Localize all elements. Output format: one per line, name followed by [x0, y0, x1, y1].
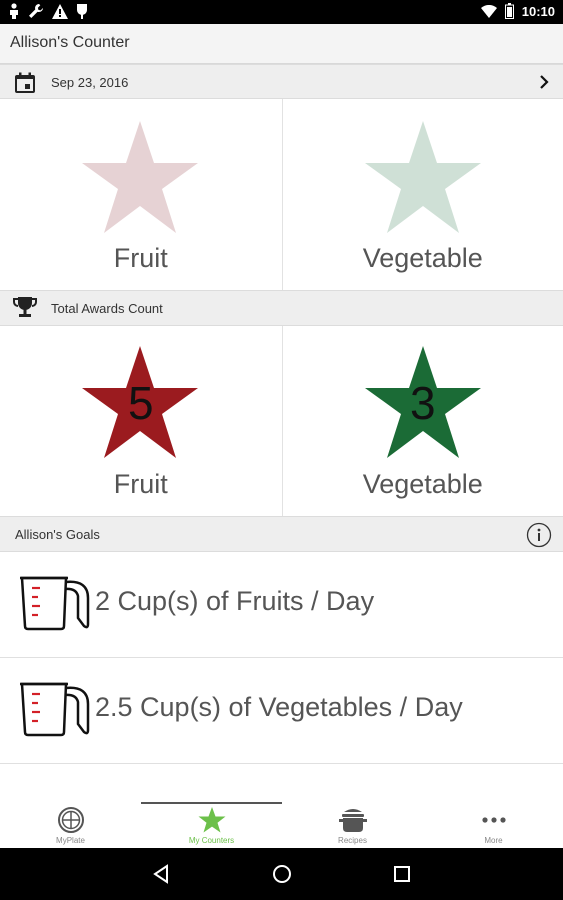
calendar-icon[interactable]	[13, 71, 37, 95]
goal-fruit-row[interactable]: 2 Cup(s) of Fruits / Day	[0, 552, 563, 658]
date-bar[interactable]: Sep 23, 2016	[0, 64, 563, 99]
vegetable-award-count: 3	[409, 377, 436, 429]
clock: 10:10	[521, 3, 555, 19]
vegetable-star-icon	[364, 121, 481, 233]
star-icon	[198, 807, 225, 833]
fruit-daily-tile[interactable]: Fruit	[0, 99, 282, 290]
measuring-cup-icon	[20, 682, 90, 737]
goals-bar: Allison's Goals	[0, 516, 563, 552]
nav-recipes-label: Recipes	[338, 836, 367, 845]
daily-stars: Fruit Vegetable	[0, 99, 563, 290]
recents-icon[interactable]	[391, 863, 413, 885]
fruit-label: Fruit	[113, 243, 168, 273]
battery-icon	[504, 3, 514, 19]
wifi-icon	[480, 4, 497, 18]
nav-my-counters[interactable]: My Counters	[141, 804, 282, 848]
vegetable-daily-tile[interactable]: Vegetable	[281, 99, 563, 290]
status-bar: 10:10	[0, 0, 563, 24]
goal-vegetable-text: 2.5 Cup(s) of Vegetables / Day	[95, 692, 463, 722]
nav-recipes[interactable]: Recipes	[282, 804, 423, 848]
nav-more-label: More	[484, 836, 503, 845]
nav-my-counters-label: My Counters	[188, 836, 235, 845]
vegetable-award-tile[interactable]: 3 Vegetable	[281, 326, 563, 516]
award-stars: 5 Fruit 3 Vegetable	[0, 326, 563, 516]
trophy-icon	[13, 297, 37, 317]
android-icon	[77, 4, 87, 19]
fruit-award-count: 5	[127, 377, 154, 429]
nav-myplate[interactable]: MyPlate	[0, 804, 141, 848]
date-label: Sep 23, 2016	[51, 75, 129, 90]
fruit-award-label: Fruit	[113, 469, 168, 499]
goals-label: Allison's Goals	[15, 527, 100, 542]
warning-icon	[52, 3, 68, 19]
vegetable-label: Vegetable	[362, 243, 483, 273]
info-icon[interactable]	[526, 522, 552, 548]
bottom-nav: MyPlate My Counters Recipes More	[0, 790, 563, 848]
fruit-star-icon	[82, 121, 198, 233]
pot-icon	[338, 809, 367, 832]
person-icon	[10, 3, 18, 19]
awards-bar: Total Awards Count	[0, 290, 563, 326]
goal-fruit-text: 2 Cup(s) of Fruits / Day	[95, 586, 375, 616]
chevron-right-icon[interactable]	[537, 74, 551, 90]
fruit-award-tile[interactable]: 5 Fruit	[0, 326, 282, 516]
nav-more[interactable]: More	[423, 804, 563, 848]
awards-label: Total Awards Count	[51, 301, 163, 316]
home-icon[interactable]	[271, 863, 293, 885]
back-icon[interactable]	[150, 863, 172, 885]
goal-vegetable-row[interactable]: 2.5 Cup(s) of Vegetables / Day	[0, 658, 563, 764]
more-dots-icon	[481, 817, 506, 823]
plate-icon	[57, 807, 84, 833]
app-bar: Allison's Counter	[0, 24, 563, 64]
vegetable-award-label: Vegetable	[362, 469, 483, 499]
system-nav-bar	[0, 848, 563, 900]
measuring-cup-icon	[20, 576, 90, 631]
app-title: Allison's Counter	[10, 34, 130, 51]
wrench-icon	[29, 4, 43, 18]
nav-myplate-label: MyPlate	[56, 836, 85, 845]
